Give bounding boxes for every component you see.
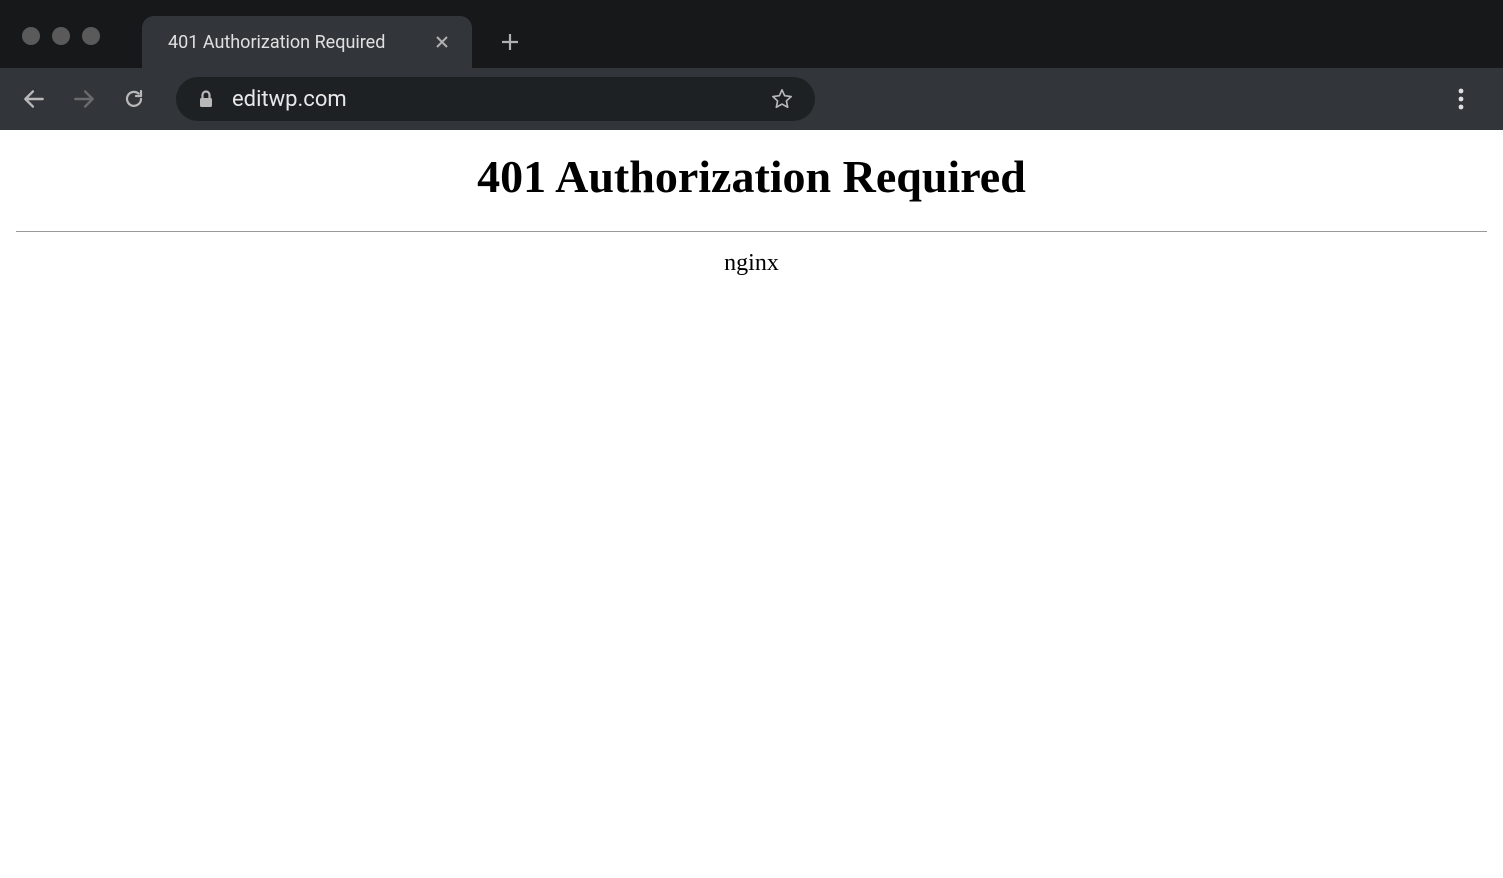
browser-menu-button[interactable] [1441,79,1481,119]
back-button[interactable] [14,79,54,119]
plus-icon [500,32,520,52]
tab-strip: 401 Authorization Required [122,4,1503,68]
tab-title: 401 Authorization Required [168,32,416,53]
arrow-right-icon [71,86,97,112]
arrow-left-icon [21,86,47,112]
kebab-menu-icon [1458,88,1464,110]
lock-icon [198,90,214,108]
server-name: nginx [10,250,1493,277]
reload-button[interactable] [114,79,154,119]
address-bar[interactable]: editwp.com [176,77,815,121]
browser-toolbar: editwp.com [0,68,1503,130]
window-controls [0,4,122,68]
divider [16,231,1487,232]
window-close-button[interactable] [22,27,40,45]
browser-tab[interactable]: 401 Authorization Required [142,16,472,68]
new-tab-button[interactable] [490,22,530,62]
bookmark-button[interactable] [771,88,793,110]
page-content: 401 Authorization Required nginx [0,130,1503,287]
close-tab-button[interactable] [432,32,452,52]
error-heading: 401 Authorization Required [10,150,1493,203]
browser-titlebar: 401 Authorization Required [0,0,1503,68]
url-text: editwp.com [232,87,771,112]
star-icon [771,88,793,110]
close-icon [434,34,450,50]
reload-icon [122,87,146,111]
forward-button[interactable] [64,79,104,119]
window-maximize-button[interactable] [82,27,100,45]
window-minimize-button[interactable] [52,27,70,45]
